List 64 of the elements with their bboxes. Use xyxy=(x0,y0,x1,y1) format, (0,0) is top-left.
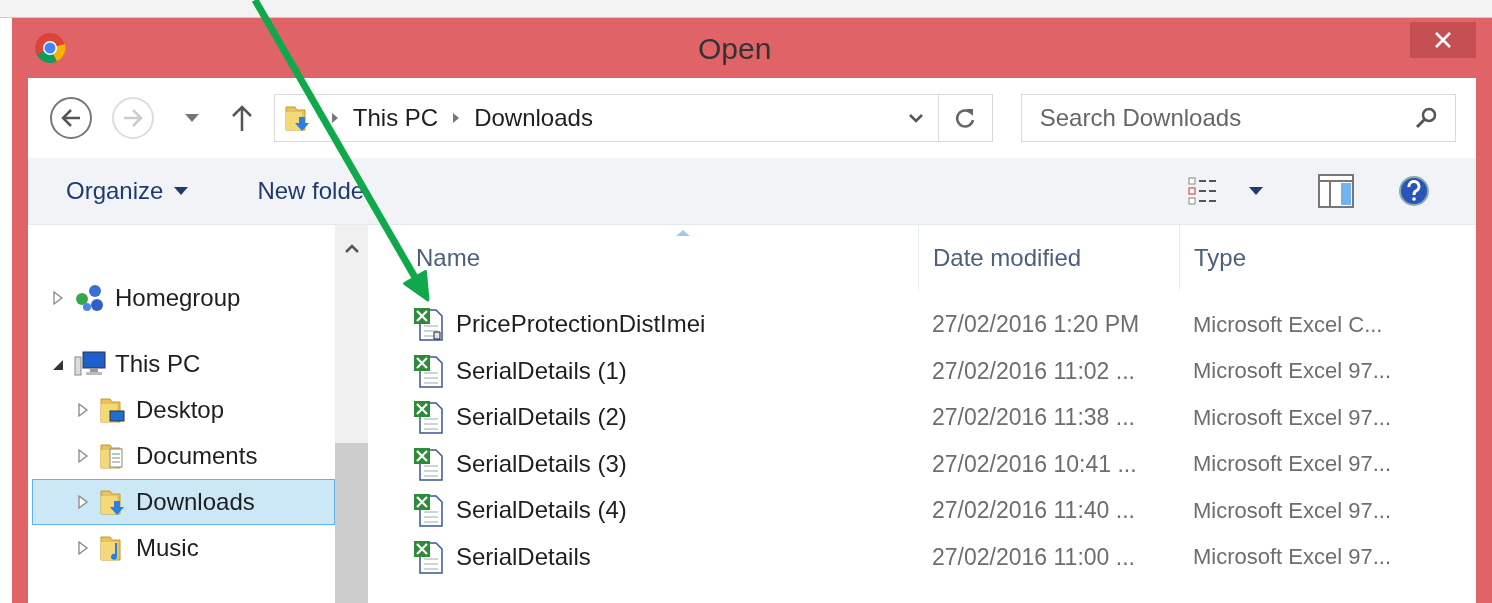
type-cell-text: Microsoft Excel C... xyxy=(1192,310,1384,339)
file-name[interactable]: SerialDetails (3) xyxy=(456,445,627,482)
toolbar-button[interactable]: New folde xyxy=(243,167,379,215)
date-cell-text: 27/02/2016 11:00 ... xyxy=(931,542,1136,572)
back-button[interactable] xyxy=(50,97,92,139)
collapsed-arrow-icon[interactable] xyxy=(76,539,90,557)
column-header[interactable]: Name xyxy=(368,225,918,291)
folder-icon xyxy=(98,395,128,425)
collapsed-arrow-icon[interactable] xyxy=(76,447,90,465)
type-cell-text: Microsoft Excel 97... xyxy=(1192,496,1393,525)
date-cell-text: 27/02/2016 1:20 PM xyxy=(931,310,1141,339)
collapsed-arrow-icon[interactable] xyxy=(76,493,90,511)
dropdown-caret-icon[interactable] xyxy=(183,113,200,123)
nav-tree-label: Downloads xyxy=(136,487,255,517)
column-header[interactable]: Date modified xyxy=(918,225,1179,291)
file-name[interactable]: PriceProtectionDistImei xyxy=(456,306,706,343)
date-cell-text: 27/02/2016 10:41 ... xyxy=(931,449,1138,479)
address-bar[interactable]: This PC Downloads xyxy=(273,94,993,142)
help-icon[interactable] xyxy=(1398,175,1430,207)
nav-tree-item[interactable]: Downloads xyxy=(32,479,335,525)
date-cell-text: 27/02/2016 11:38 ... xyxy=(931,403,1136,432)
view-options-button[interactable] xyxy=(1188,176,1264,206)
nav-tree-item[interactable]: Desktop xyxy=(32,387,335,433)
window-title: Open xyxy=(698,31,772,67)
breadcrumb-link[interactable]: This PC xyxy=(352,100,439,136)
file-name[interactable]: SerialDetails (2) xyxy=(456,399,627,436)
nav-tree-item[interactable]: Documents xyxy=(32,433,335,479)
scroll-up-icon[interactable] xyxy=(343,243,360,253)
collapsed-arrow-icon[interactable] xyxy=(51,289,65,307)
file-name[interactable]: SerialDetails (4) xyxy=(456,492,627,529)
close-button[interactable] xyxy=(1410,22,1476,58)
search-field[interactable]: Search Downloads xyxy=(1020,94,1456,142)
file-name[interactable]: SerialDetails (1) xyxy=(456,352,627,389)
collapsed-arrow-icon[interactable] xyxy=(76,401,90,419)
forward-arrow-icon xyxy=(121,108,144,128)
nav-tree-label: This PC xyxy=(115,349,201,379)
caret-icon xyxy=(173,186,190,196)
nav-tree-item[interactable]: Music xyxy=(32,525,335,571)
column-header[interactable]: Type xyxy=(1179,225,1431,291)
type-cell-text: Microsoft Excel 97... xyxy=(1192,357,1393,386)
nav-tree-label: Music xyxy=(136,533,199,563)
date-cell-text: 27/02/2016 11:40 ... xyxy=(931,496,1136,525)
chevron-down-icon[interactable] xyxy=(907,112,924,124)
nav-tree-item[interactable]: Homegroup xyxy=(32,275,335,321)
preview-pane-icon[interactable] xyxy=(1318,174,1354,208)
computer-icon xyxy=(73,349,107,379)
scrollbar[interactable] xyxy=(335,225,368,603)
browser-logo-icon xyxy=(34,32,66,64)
back-arrow-icon xyxy=(59,108,82,128)
caret-icon xyxy=(1248,186,1264,196)
close-icon xyxy=(1434,31,1452,49)
type-cell-text: Microsoft Excel 97... xyxy=(1192,543,1393,572)
scrollbar-thumb[interactable] xyxy=(335,443,368,603)
nav-tree-label: Documents xyxy=(136,441,258,471)
toolbar-button[interactable]: Organize xyxy=(52,167,204,215)
breadcrumb-link[interactable]: Downloads xyxy=(474,100,593,136)
nav-tree-label: Desktop xyxy=(136,395,225,425)
type-cell-text: Microsoft Excel 97... xyxy=(1192,450,1393,479)
nav-tree-label: Homegroup xyxy=(115,283,241,313)
file-name[interactable]: SerialDetails xyxy=(456,538,591,575)
type-cell-text: Microsoft Excel 97... xyxy=(1192,403,1393,432)
search-icon xyxy=(1414,106,1438,130)
nav-tree-item[interactable]: This PC xyxy=(32,341,335,387)
date-cell-text: 27/02/2016 11:02 ... xyxy=(931,356,1136,386)
